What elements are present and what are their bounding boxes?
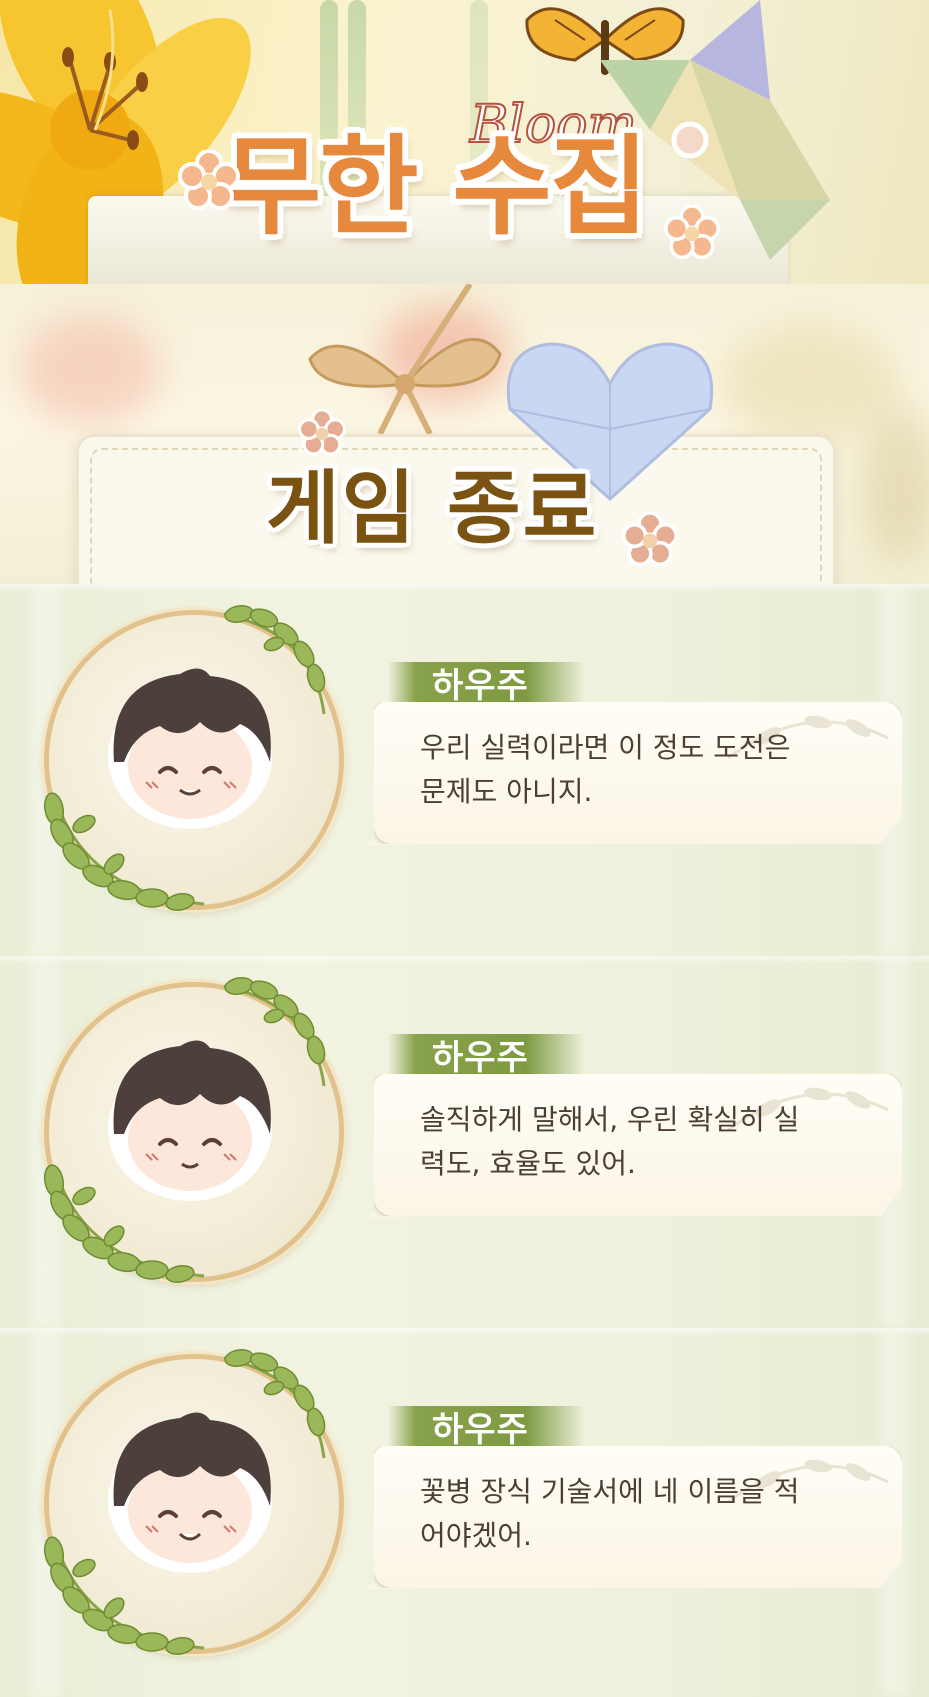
small-flower-icon [664,205,720,260]
small-flower-icon [622,512,678,567]
dialogue-text: 솔직하게 말해서, 우린 확실히 실 력도, 효율도 있어. [420,1103,800,1180]
blur-decoration [20,314,160,424]
dialogue-text: 꽃병 장식 기술서에 네 이름을 적 어야겠어. [420,1475,800,1552]
character-avatar [108,668,272,829]
dialogue-text: 우리 실력이라면 이 정도 도전은 문제도 아니지. [420,731,791,808]
dialogue-panel: 하우주 꽃병 장식 기술서에 네 이름을 적 어야겠어. [0,1328,929,1697]
event-title: 무한 수집 [222,125,649,250]
character-avatar [108,1412,272,1573]
small-flower-icon [178,150,240,210]
blur-decoration [860,404,929,564]
event-result-page: Bloom 무한 수집 게임 종료 하우주 우리 실력이라면 이 정도 도전은 … [0,0,929,1697]
game-over-banner: 게임 종료 [0,284,929,584]
game-over-title: 게임 종료 [266,462,599,555]
dialogue-panel: 하우주 우리 실력이라면 이 정도 도전은 문제도 아니지. [0,584,929,956]
character-avatar [108,1040,272,1201]
title-banner: Bloom 무한 수집 [0,0,929,284]
dialogue-panel: 하우주 솔직하게 말해서, 우린 확실히 실 력도, 효율도 있어. [0,956,929,1328]
